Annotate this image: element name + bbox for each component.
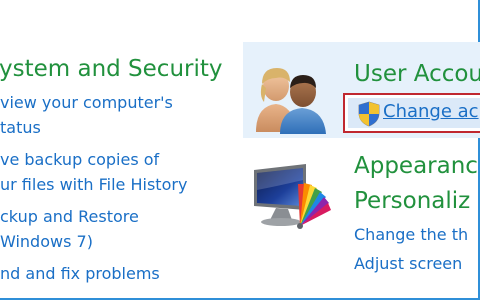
appearance-title-line2[interactable]: Personaliz (354, 187, 470, 215)
review-status-link-line1[interactable]: view your computer's (0, 89, 173, 117)
monitor-color-palette-icon[interactable] (248, 160, 336, 232)
user-accounts-title[interactable]: User Accou (354, 60, 480, 88)
change-account-type-focus[interactable]: Change ac (343, 93, 480, 133)
find-fix-problems-link[interactable]: nd and fix problems (0, 260, 160, 288)
backup-restore-link-line1[interactable]: ckup and Restore (0, 203, 139, 231)
users-icon[interactable] (250, 62, 332, 134)
uac-shield-icon (358, 101, 380, 127)
system-security-title[interactable]: ystem and Security (0, 55, 223, 83)
backup-restore-link-line2[interactable]: Windows 7) (0, 228, 93, 256)
adjust-screen-resolution-link[interactable]: Adjust screen (354, 250, 462, 278)
appearance-title-line1[interactable]: Appearanc (354, 152, 478, 180)
change-account-type-link[interactable]: Change ac (383, 100, 479, 124)
change-theme-link[interactable]: Change the th (354, 221, 468, 249)
file-history-link-line1[interactable]: ve backup copies of (0, 146, 159, 174)
review-status-link-line2[interactable]: tatus (0, 114, 41, 142)
file-history-link-line2[interactable]: ur files with File History (0, 171, 187, 199)
